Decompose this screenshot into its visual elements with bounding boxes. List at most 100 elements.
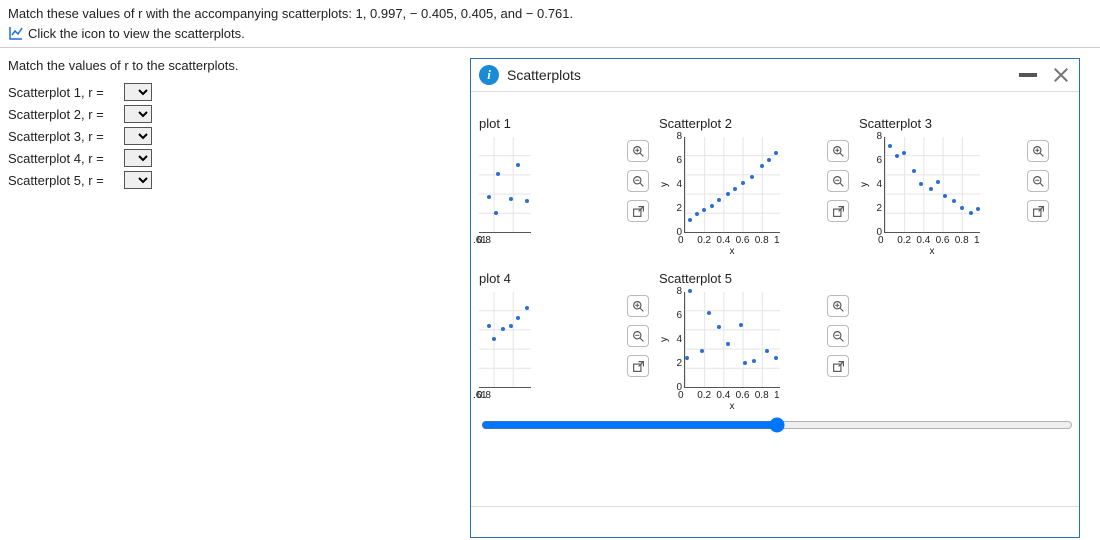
data-point	[752, 359, 756, 363]
scatterplot-panel-5: Scatterplot 5 y 86420 00.20.40.60.81 x	[659, 271, 849, 412]
plot-title: plot 4	[479, 271, 649, 286]
data-point	[707, 311, 711, 315]
scatterplot-5-label: Scatterplot 5, r =	[8, 173, 118, 188]
plot-canvas-3	[884, 137, 980, 233]
data-point	[695, 212, 699, 216]
data-point	[494, 211, 498, 215]
data-point	[733, 187, 737, 191]
data-point	[516, 163, 520, 167]
popout-icon[interactable]	[827, 355, 849, 377]
x-axis-label: x	[684, 401, 780, 412]
zoom-out-icon[interactable]	[827, 325, 849, 347]
popout-icon[interactable]	[627, 200, 649, 222]
popout-icon[interactable]	[827, 200, 849, 222]
data-point	[895, 154, 899, 158]
data-point	[702, 208, 706, 212]
plot-title: Scatterplot 2	[659, 116, 849, 131]
data-point	[501, 327, 505, 331]
zoom-out-icon[interactable]	[1027, 170, 1049, 192]
zoom-out-icon[interactable]	[627, 170, 649, 192]
data-point	[487, 195, 491, 199]
data-point	[919, 182, 923, 186]
x-axis-ticks: 00.20.40.60.81	[884, 235, 980, 246]
data-point	[525, 306, 529, 310]
data-point	[496, 172, 500, 176]
data-point	[760, 164, 764, 168]
scatterplot-4-label: Scatterplot 4, r =	[8, 151, 118, 166]
plot-canvas-5	[684, 292, 780, 388]
zoom-in-icon[interactable]	[827, 140, 849, 162]
scatterplot-panel-4: plot 4 .6 0.8 1	[479, 271, 649, 412]
y-axis-ticks: 86420	[670, 137, 684, 233]
scatterplot-panel-1: plot 1 .6 0.8 1	[479, 116, 649, 257]
info-icon: i	[479, 65, 499, 85]
data-point	[774, 356, 778, 360]
dialog-hscrollbar[interactable]	[481, 420, 1073, 430]
data-point	[750, 175, 754, 179]
scatterplot-5-select[interactable]	[124, 171, 152, 189]
plot-canvas-1	[479, 137, 531, 233]
data-point	[685, 356, 689, 360]
scatterplot-2-label: Scatterplot 2, r =	[8, 107, 118, 122]
scatterplot-3-select[interactable]	[124, 127, 152, 145]
data-point	[960, 206, 964, 210]
data-point	[726, 342, 730, 346]
scatterplot-panel-2: Scatterplot 2 y 86420 00.20.40.60.81 x	[659, 116, 849, 257]
scatterplot-1-select[interactable]	[124, 83, 152, 101]
plot-title: Scatterplot 5	[659, 271, 849, 286]
data-point	[710, 204, 714, 208]
plot-canvas-2	[684, 137, 780, 233]
view-scatterplots-text: Click the icon to view the scatterplots.	[28, 26, 245, 41]
data-point	[952, 199, 956, 203]
plot-title: plot 1	[479, 116, 649, 131]
data-point	[726, 192, 730, 196]
scatterplot-panel-3: Scatterplot 3 y 86420 00.20.40.60.81 x	[859, 116, 1049, 257]
data-point	[717, 325, 721, 329]
scatterplot-3-label: Scatterplot 3, r =	[8, 129, 118, 144]
data-point	[717, 198, 721, 202]
question-text: Match these values of r with the accompa…	[8, 6, 1092, 21]
minimize-icon[interactable]	[1019, 73, 1037, 77]
scatterplot-2-select[interactable]	[124, 105, 152, 123]
data-point	[912, 169, 916, 173]
zoom-out-icon[interactable]	[627, 325, 649, 347]
data-point	[969, 211, 973, 215]
zoom-in-icon[interactable]	[827, 295, 849, 317]
data-point	[739, 323, 743, 327]
y-axis-ticks: 86420	[870, 137, 884, 233]
data-point	[688, 289, 692, 293]
data-point	[767, 158, 771, 162]
data-point	[943, 194, 947, 198]
zoom-in-icon[interactable]	[627, 295, 649, 317]
close-icon[interactable]	[1051, 65, 1071, 85]
y-axis-label: y	[859, 137, 870, 233]
data-point	[700, 349, 704, 353]
plot-title: Scatterplot 3	[859, 116, 1049, 131]
zoom-out-icon[interactable]	[827, 170, 849, 192]
x-axis-label: x	[684, 246, 780, 257]
zoom-in-icon[interactable]	[1027, 140, 1049, 162]
data-point	[509, 197, 513, 201]
popout-icon[interactable]	[1027, 200, 1049, 222]
dialog-footer: Print	[471, 506, 1079, 537]
data-point	[936, 180, 940, 184]
y-axis-ticks: 86420	[670, 292, 684, 388]
data-point	[743, 361, 747, 365]
zoom-in-icon[interactable]	[627, 140, 649, 162]
y-axis-label: y	[659, 137, 670, 233]
data-point	[487, 324, 491, 328]
view-scatterplots-link[interactable]: Click the icon to view the scatterplots.	[8, 25, 1092, 41]
scatterplot-4-select[interactable]	[124, 149, 152, 167]
data-point	[492, 337, 496, 341]
x-axis-ticks: 00.20.40.60.81	[684, 235, 780, 246]
data-point	[688, 218, 692, 222]
dialog-header: i Scatterplots	[471, 59, 1079, 92]
x-axis-ticks: 00.20.40.60.81	[684, 390, 780, 401]
data-point	[976, 207, 980, 211]
data-point	[774, 151, 778, 155]
dialog-title: Scatterplots	[507, 67, 1011, 83]
chart-line-icon	[8, 25, 24, 41]
popout-icon[interactable]	[627, 355, 649, 377]
scatterplot-1-label: Scatterplot 1, r =	[8, 85, 118, 100]
x-axis-ticks: .6 0.8 1	[479, 390, 531, 401]
